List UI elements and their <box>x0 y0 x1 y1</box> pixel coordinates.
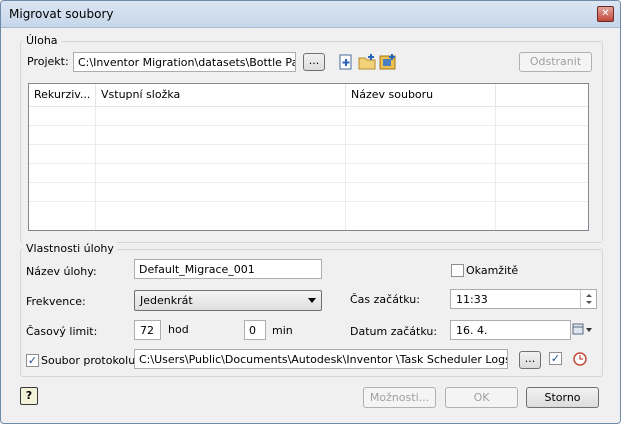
log-browse-button[interactable]: ... <box>519 351 541 369</box>
clock-icon[interactable] <box>572 351 588 367</box>
start-date-label: Datum začátku: <box>350 325 438 338</box>
column-extra[interactable] <box>496 84 588 106</box>
hours-label: hod <box>168 323 189 336</box>
grid-row-line <box>29 201 588 202</box>
task-name-field[interactable]: Default_Migrace_001 <box>134 259 322 279</box>
project-label: Projekt: <box>27 55 69 68</box>
start-date-field[interactable]: 16. 4. <box>450 320 571 340</box>
frequency-value: Jedenkrát <box>140 294 193 307</box>
log-enabled-checkbox[interactable]: ✓ <box>549 352 562 365</box>
table-header: Rekurziv... Vstupní složka Název souboru <box>29 84 588 107</box>
hours-field[interactable]: 72 <box>134 320 161 340</box>
start-time-label: Čas začátku: <box>350 293 420 306</box>
add-folder-icon[interactable] <box>358 53 376 71</box>
grid-row-line <box>29 144 588 145</box>
time-limit-label: Časový limit: <box>26 325 98 338</box>
grid-row-line <box>29 163 588 164</box>
minutes-field[interactable]: 0 <box>244 320 266 340</box>
migrate-files-dialog: Migrovat soubory ✕ Úloha Projekt: C:\Inv… <box>0 0 621 424</box>
grid-row-line <box>29 125 588 126</box>
project-field[interactable]: C:\Inventor Migration\datasets\Bottle Pa… <box>73 52 296 72</box>
frequency-dropdown[interactable]: Jedenkrát <box>134 290 322 311</box>
add-project-icon[interactable] <box>379 53 397 71</box>
add-file-icon[interactable] <box>337 53 355 71</box>
project-browse-button[interactable]: ... <box>303 53 325 71</box>
start-time-value: 11:33 <box>456 293 488 306</box>
frequency-label: Frekvence: <box>26 295 86 308</box>
immediately-label: Okamžitě <box>466 264 519 277</box>
column-input-folder[interactable]: Vstupní složka <box>96 84 346 106</box>
log-file-field[interactable]: C:\Users\Public\Documents\Autodesk\Inven… <box>134 349 508 369</box>
task-name-label: Název úlohy: <box>26 265 97 278</box>
immediately-checkbox[interactable] <box>451 264 464 277</box>
title-bar: Migrovat soubory ✕ <box>1 1 620 28</box>
cancel-button[interactable]: Storno <box>526 387 599 408</box>
chevron-down-icon <box>308 298 316 303</box>
column-recursive[interactable]: Rekurziv... <box>29 84 96 106</box>
log-file-label: Soubor protokolu: <box>41 354 139 367</box>
calendar-icon[interactable] <box>571 320 597 340</box>
minutes-label: min <box>272 324 293 337</box>
log-file-checkbox[interactable]: ✓ <box>26 354 39 367</box>
grid-row-line <box>29 182 588 183</box>
column-file-name[interactable]: Název souboru <box>346 84 496 106</box>
properties-group-label: Vlastnosti úlohy <box>23 242 117 255</box>
close-button[interactable]: ✕ <box>597 6 614 22</box>
options-button[interactable]: Možnosti... <box>363 387 436 408</box>
start-time-field[interactable]: 11:33 <box>450 289 597 309</box>
time-spinner[interactable] <box>580 290 597 308</box>
task-table[interactable]: Rekurziv... Vstupní složka Název souboru <box>28 83 589 231</box>
remove-button[interactable]: Odstranit <box>519 52 592 72</box>
ok-button[interactable]: OK <box>445 387 518 408</box>
help-button[interactable]: ? <box>20 387 38 405</box>
window-title: Migrovat soubory <box>9 7 114 21</box>
task-group-label: Úloha <box>23 34 61 47</box>
